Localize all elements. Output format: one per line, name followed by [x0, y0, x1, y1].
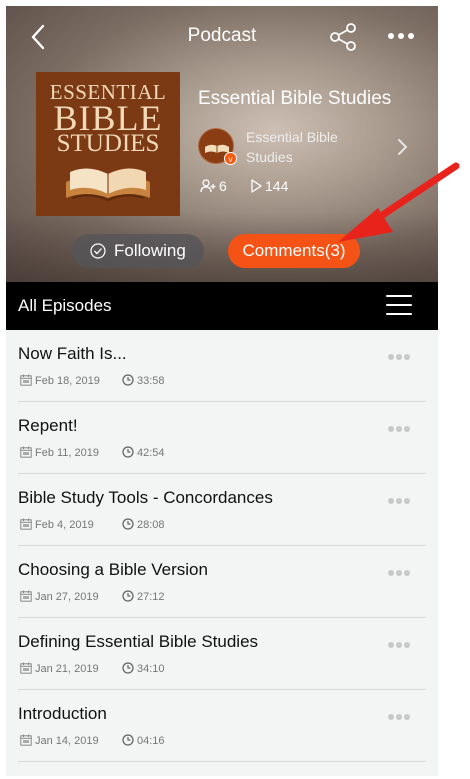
episode-date: Feb 11, 2019: [20, 446, 99, 459]
open-book-icon: [66, 168, 150, 202]
episode-meta: Jan 21, 2019 34:10: [20, 662, 320, 676]
play-count: 144: [250, 178, 288, 194]
episodes-bar: All Episodes: [6, 282, 438, 330]
subscriber-count-value: 6: [219, 178, 227, 194]
clock-icon: [122, 662, 134, 674]
episode-duration: 34:10: [122, 662, 165, 675]
episode-date-value: Jan 27, 2019: [35, 591, 99, 603]
ellipsis-icon: [388, 563, 412, 580]
episode-date-value: Feb 18, 2019: [35, 375, 100, 387]
play-count-value: 144: [265, 178, 289, 194]
episode-row[interactable]: Now Faith Is... Feb 18, 2019 33:58: [6, 330, 438, 402]
episode-meta: Feb 11, 2019 42:54: [20, 446, 320, 460]
episode-more-button[interactable]: [388, 491, 416, 504]
episode-duration-value: 33:58: [137, 375, 165, 387]
share-icon: [330, 23, 356, 51]
episode-more-button[interactable]: [388, 707, 416, 720]
episode-date: Jan 27, 2019: [20, 590, 99, 603]
episode-more-button[interactable]: [388, 419, 416, 432]
clock-icon: [122, 374, 134, 386]
chevron-right-icon: [398, 139, 408, 155]
ellipsis-icon: [388, 347, 412, 364]
episode-more-button[interactable]: [388, 347, 416, 360]
episode-title: Defining Essential Bible Studies: [18, 632, 259, 651]
ellipsis-icon: [388, 491, 412, 508]
calendar-icon: [20, 518, 32, 530]
author-name: Essential Bible Studies: [246, 129, 338, 165]
top-bar: Podcast: [6, 20, 438, 56]
ellipsis-icon: [388, 33, 414, 39]
episode-duration-value: 04:16: [137, 735, 165, 747]
calendar-icon: [20, 662, 32, 674]
all-episodes-label: All Episodes: [18, 296, 112, 315]
comments-button[interactable]: Comments(3): [228, 234, 360, 268]
episode-date-value: Jan 21, 2019: [35, 663, 99, 675]
subscriber-count: 6: [200, 178, 227, 194]
users-icon: [200, 179, 216, 193]
episode-list: Now Faith Is... Feb 18, 2019 33:58 Repen…: [6, 330, 438, 762]
episode-duration: 27:12: [122, 590, 165, 603]
calendar-icon: [20, 374, 32, 386]
episode-duration-value: 42:54: [137, 447, 165, 459]
episode-title: Choosing a Bible Version: [18, 560, 208, 579]
following-label: Following: [114, 241, 186, 260]
episode-duration-value: 27:12: [137, 591, 165, 603]
calendar-icon: [20, 734, 32, 746]
episode-row[interactable]: Choosing a Bible Version Jan 27, 2019 27…: [6, 546, 438, 618]
episode-title: Repent!: [18, 416, 78, 435]
episode-date-value: Feb 11, 2019: [35, 447, 100, 459]
cover-line-3: STUDIES: [56, 130, 160, 157]
episode-row[interactable]: Bible Study Tools - Concordances Feb 4, …: [6, 474, 438, 546]
episode-date: Jan 21, 2019: [20, 662, 99, 675]
page-title: Podcast: [187, 25, 257, 46]
episode-duration-value: 34:10: [137, 663, 165, 675]
more-options-button[interactable]: [386, 26, 416, 46]
episode-meta: Jan 27, 2019 27:12: [20, 590, 320, 604]
episode-row[interactable]: Introduction Jan 14, 2019 04:16: [6, 690, 438, 762]
episode-row[interactable]: Repent! Feb 11, 2019 42:54: [6, 402, 438, 474]
episode-meta: Jan 14, 2019 04:16: [20, 734, 320, 748]
episode-duration: 33:58: [122, 374, 165, 387]
ellipsis-icon: [388, 419, 412, 436]
episode-title: Introduction: [18, 704, 107, 723]
ellipsis-icon: [388, 635, 412, 652]
episode-more-button[interactable]: [388, 635, 416, 648]
calendar-icon: [20, 446, 32, 458]
clock-icon: [122, 518, 134, 530]
episode-meta: Feb 18, 2019 33:58: [20, 374, 320, 388]
check-circle-icon: [90, 243, 106, 259]
author-link[interactable]: v Essential Bible Studies: [198, 126, 418, 170]
episode-sort-menu-button[interactable]: [386, 295, 412, 317]
episode-title: Now Faith Is...: [18, 344, 127, 363]
episode-date-value: Jan 14, 2019: [35, 735, 99, 747]
play-icon: [251, 179, 262, 193]
clock-icon: [122, 590, 134, 602]
episode-date: Jan 14, 2019: [20, 734, 99, 747]
episode-date-value: Feb 4, 2019: [35, 519, 94, 531]
podcast-cover: ESSENTIAL BIBLE STUDIES: [36, 72, 180, 216]
episode-more-button[interactable]: [388, 563, 416, 576]
episode-duration-value: 28:08: [137, 519, 165, 531]
ellipsis-icon: [388, 707, 412, 724]
podcast-screen: Podcast ESSENTIAL BIBLE STUDIES Essentia…: [6, 6, 438, 776]
episode-date: Feb 4, 2019: [20, 518, 94, 531]
episode-duration: 28:08: [122, 518, 165, 531]
podcast-name: Essential Bible Studies: [198, 88, 392, 109]
clock-icon: [122, 446, 134, 458]
following-button[interactable]: Following: [72, 234, 204, 268]
episode-duration: 04:16: [122, 734, 165, 747]
episode-date: Feb 18, 2019: [20, 374, 100, 387]
episode-title: Bible Study Tools - Concordances: [18, 488, 273, 507]
episode-meta: Feb 4, 2019 28:08: [20, 518, 320, 532]
episode-row[interactable]: Defining Essential Bible Studies Jan 21,…: [6, 618, 438, 690]
verified-badge: v: [224, 152, 237, 165]
calendar-icon: [20, 590, 32, 602]
episode-duration: 42:54: [122, 446, 165, 459]
clock-icon: [122, 734, 134, 746]
share-button[interactable]: [329, 22, 357, 52]
hamburger-menu-icon: [386, 295, 412, 315]
